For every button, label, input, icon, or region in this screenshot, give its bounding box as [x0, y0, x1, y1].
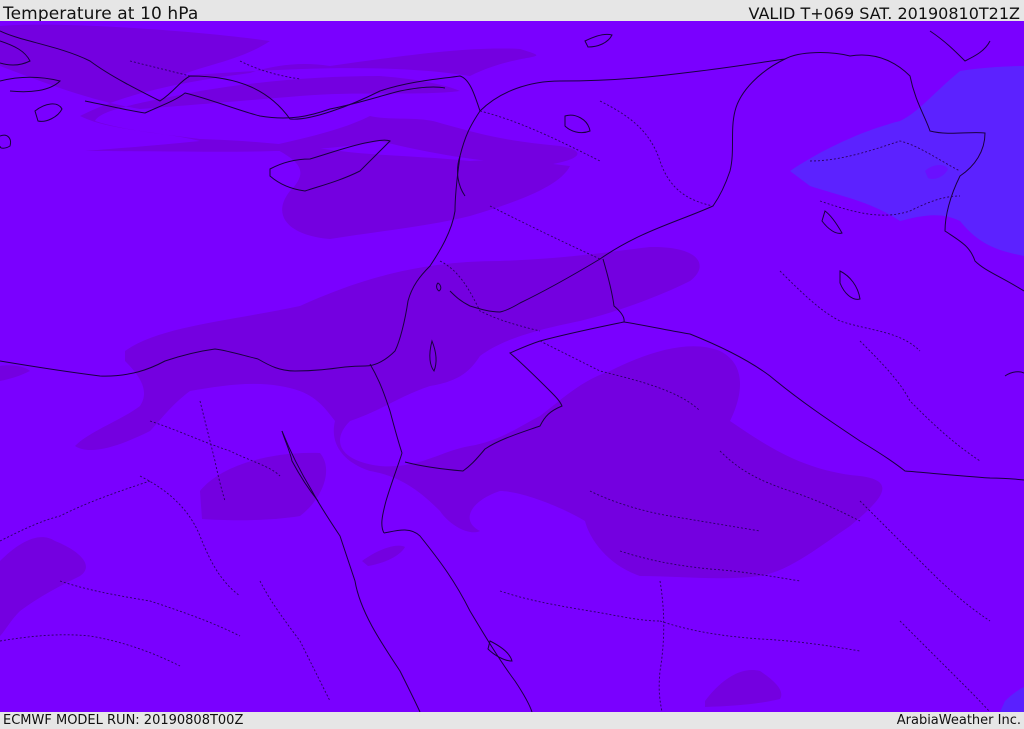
map-canvas — [0, 21, 1024, 712]
temperature-map — [0, 21, 1024, 712]
footer-bar: ECMWF MODEL RUN: 20190808T00Z ArabiaWeat… — [0, 712, 1024, 729]
weather-map-frame: Temperature at 10 hPa VALID T+069 SAT. 2… — [0, 0, 1024, 729]
model-run-label: ECMWF MODEL RUN: 20190808T00Z — [3, 713, 244, 728]
header-bar: Temperature at 10 hPa VALID T+069 SAT. 2… — [0, 0, 1024, 24]
credit-label: ArabiaWeather Inc. — [896, 713, 1021, 728]
